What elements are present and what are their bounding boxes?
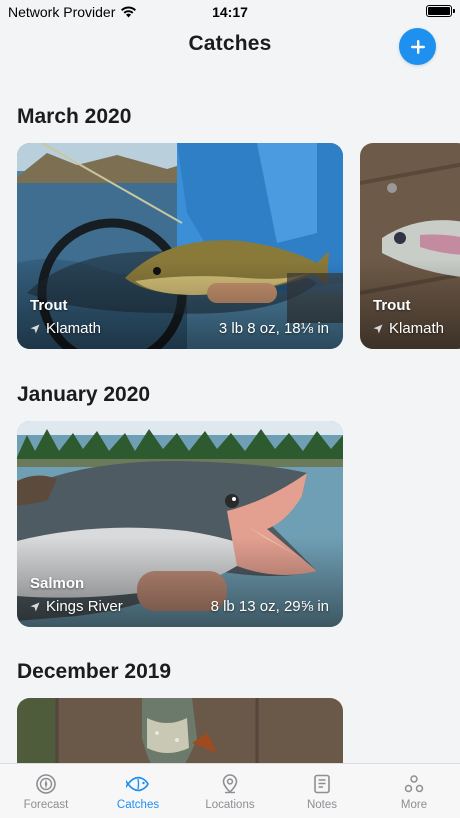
section-title-december-2019: December 2019	[17, 660, 172, 683]
more-icon	[404, 775, 424, 793]
section-title-january-2020: January 2020	[17, 383, 151, 406]
catch-location-label: Kings River	[46, 598, 123, 615]
catch-location-label: Klamath	[389, 320, 445, 337]
tab-forecast-label: Forecast	[23, 799, 69, 811]
compass-icon	[36, 774, 56, 794]
plus-icon	[410, 39, 425, 54]
catch-card-trout-1[interactable]: Trout Klamath 3 lb 8 oz, 18⅛ in	[17, 143, 343, 349]
tab-more[interactable]: More	[368, 764, 460, 818]
add-catch-button[interactable]	[399, 28, 436, 65]
tab-locations[interactable]: Locations	[184, 764, 276, 818]
catch-location: Kings River	[30, 598, 123, 615]
page-title: Catches	[188, 32, 272, 55]
catch-location: Klamath	[373, 320, 444, 337]
status-bar: Network Provider 14:17	[0, 0, 460, 26]
tab-bar: Forecast Catches Locations Notes More	[0, 763, 460, 818]
location-arrow-icon	[30, 324, 40, 333]
catch-species: Salmon	[30, 575, 85, 592]
tab-catches[interactable]: Catches	[92, 764, 184, 818]
catch-species: Trout	[373, 297, 411, 314]
tab-forecast[interactable]: Forecast	[0, 764, 92, 818]
tab-catches-label: Catches	[116, 799, 160, 811]
location-arrow-icon	[30, 602, 40, 611]
section-title-march-2020: March 2020	[17, 105, 132, 128]
catch-measurement: 8 lb 13 oz, 29⅝ in	[210, 598, 329, 615]
tab-locations-label: Locations	[205, 799, 255, 811]
notes-icon	[314, 774, 330, 794]
catch-measurement: 3 lb 8 oz, 18⅛ in	[218, 320, 329, 337]
location-pin-icon	[222, 774, 238, 794]
catch-location: Klamath	[30, 320, 101, 337]
catch-species: Trout	[30, 297, 68, 314]
fish-icon	[126, 776, 149, 792]
catch-card-trout-2[interactable]: Trout Klamath	[360, 143, 460, 349]
tab-more-label: More	[400, 799, 428, 811]
status-time: 14:17	[212, 4, 248, 20]
location-arrow-icon	[373, 324, 383, 333]
catch-location-label: Klamath	[46, 320, 102, 337]
battery-icon	[426, 5, 455, 17]
tab-notes[interactable]: Notes	[276, 764, 368, 818]
catch-card-salmon[interactable]: Salmon Kings River 8 lb 13 oz, 29⅝ in	[17, 421, 343, 627]
tab-notes-label: Notes	[306, 799, 338, 811]
